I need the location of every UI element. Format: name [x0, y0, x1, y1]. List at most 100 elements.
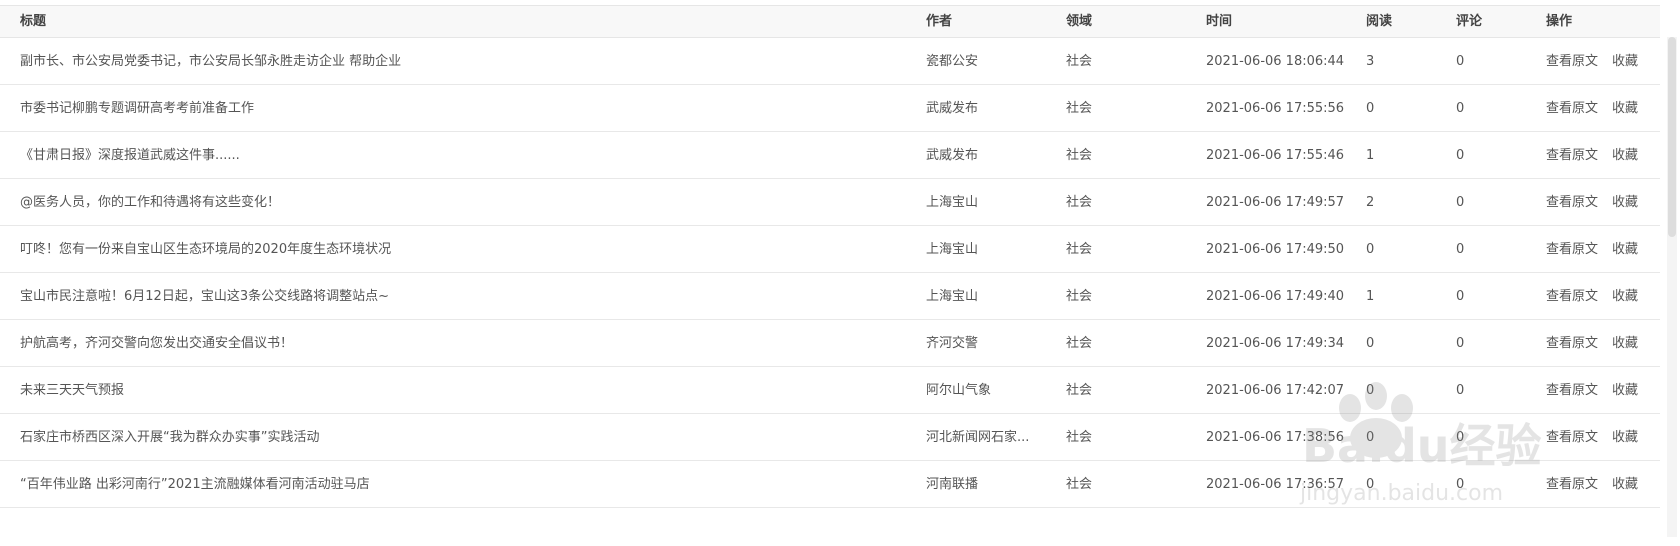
collect-link[interactable]: 收藏: [1612, 85, 1638, 132]
row-read-count: 0: [1366, 383, 1375, 398]
header-time: 时间: [1206, 14, 1233, 29]
table-row: 石家庄市桥西区深入开展“我为群众办实事”实践活动 河北新闻网石家... 社会 2021…: [0, 414, 1660, 461]
row-author: 齐河交警: [926, 336, 979, 351]
view-original-link[interactable]: 查看原文: [1546, 461, 1598, 508]
row-author: 河南联播: [926, 477, 979, 492]
row-comment-count: 0: [1456, 430, 1465, 445]
row-read-count: 2: [1366, 195, 1375, 210]
header-title: 标题: [20, 14, 47, 29]
header-action: 操作: [1546, 14, 1573, 29]
row-actions: 查看原文 收藏: [1546, 132, 1660, 179]
header-author: 作者: [926, 14, 953, 29]
row-actions: 查看原文 收藏: [1546, 320, 1660, 367]
row-author: 上海宝山: [926, 242, 979, 257]
row-title[interactable]: 叮咚！您有一份来自宝山区生态环境局的2020年度生态环境状况: [20, 226, 900, 273]
row-domain: 社会: [1066, 242, 1093, 257]
article-table: 标题 作者 领域 时间 阅读 评论 操作 副市长、市公安局党委书记，市公安局长邹…: [0, 5, 1660, 542]
row-read-count: 0: [1366, 101, 1375, 116]
row-time: 2021-06-06 17:55:56: [1206, 101, 1345, 116]
collect-link[interactable]: 收藏: [1612, 320, 1638, 367]
row-read-count: 0: [1366, 430, 1375, 445]
row-title[interactable]: 石家庄市桥西区深入开展“我为群众办实事”实践活动: [20, 414, 900, 461]
view-original-link[interactable]: 查看原文: [1546, 226, 1598, 273]
row-author: 武威发布: [926, 148, 979, 163]
table-row: 《甘肃日报》深度报道武威这件事...... 武威发布 社会 2021-06-06 17…: [0, 132, 1660, 179]
row-domain: 社会: [1066, 383, 1093, 398]
row-read-count: 0: [1366, 477, 1375, 492]
view-original-link[interactable]: 查看原文: [1546, 414, 1598, 461]
collect-link[interactable]: 收藏: [1612, 273, 1638, 320]
row-author: 武威发布: [926, 101, 979, 116]
row-domain: 社会: [1066, 430, 1093, 445]
view-original-link[interactable]: 查看原文: [1546, 132, 1598, 179]
row-author: 上海宝山: [926, 195, 979, 210]
table-row: 叮咚！您有一份来自宝山区生态环境局的2020年度生态环境状况 上海宝山 社会 2021…: [0, 226, 1660, 273]
row-title[interactable]: 宝山市民注意啦！6月12日起，宝山这3条公交线路将调整站点~: [20, 273, 900, 320]
collect-link[interactable]: 收藏: [1612, 367, 1638, 414]
row-title[interactable]: 《甘肃日报》深度报道武威这件事......: [20, 132, 900, 179]
table-row: 未来三天天气预报 阿尔山气象 社会 2021-06-06 17:42:07 0 0 查看原文…: [0, 367, 1660, 414]
view-original-link[interactable]: 查看原文: [1546, 367, 1598, 414]
row-title[interactable]: 市委书记柳鹏专题调研高考考前准备工作: [20, 85, 900, 132]
row-time: 2021-06-06 17:49:34: [1206, 336, 1345, 351]
row-comment-count: 0: [1456, 383, 1465, 398]
row-domain: 社会: [1066, 54, 1093, 69]
row-time: 2021-06-06 17:55:46: [1206, 148, 1345, 163]
row-time: 2021-06-06 17:38:56: [1206, 430, 1345, 445]
row-read-count: 0: [1366, 336, 1375, 351]
row-comment-count: 0: [1456, 195, 1465, 210]
table-header: 标题 作者 领域 时间 阅读 评论 操作: [0, 6, 1660, 38]
row-domain: 社会: [1066, 336, 1093, 351]
row-title[interactable]: @医务人员，你的工作和待遇将有这些变化！: [20, 179, 900, 226]
header-read: 阅读: [1366, 14, 1393, 29]
header-comment: 评论: [1456, 14, 1483, 29]
row-domain: 社会: [1066, 148, 1093, 163]
row-title[interactable]: “百年伟业路 出彩河南行”2021主流融媒体看河南活动驻马店: [20, 461, 900, 508]
view-original-link[interactable]: 查看原文: [1546, 38, 1598, 85]
table-row: 市委书记柳鹏专题调研高考考前准备工作 武威发布 社会 2021-06-06 17:55…: [0, 85, 1660, 132]
row-read-count: 3: [1366, 54, 1375, 69]
row-actions: 查看原文 收藏: [1546, 226, 1660, 273]
row-actions: 查看原文 收藏: [1546, 461, 1660, 508]
row-author: 瓷都公安: [926, 54, 979, 69]
row-comment-count: 0: [1456, 242, 1465, 257]
row-domain: 社会: [1066, 195, 1093, 210]
row-domain: 社会: [1066, 477, 1093, 492]
row-actions: 查看原文 收藏: [1546, 367, 1660, 414]
row-time: 2021-06-06 17:36:57: [1206, 477, 1345, 492]
collect-link[interactable]: 收藏: [1612, 414, 1638, 461]
view-original-link[interactable]: 查看原文: [1546, 179, 1598, 226]
row-time: 2021-06-06 18:06:44: [1206, 54, 1345, 69]
row-actions: 查看原文 收藏: [1546, 414, 1660, 461]
row-title[interactable]: 护航高考，齐河交警向您发出交通安全倡议书！: [20, 320, 900, 367]
row-actions: 查看原文 收藏: [1546, 85, 1660, 132]
row-author: 河北新闻网石家...: [926, 430, 1030, 445]
collect-link[interactable]: 收藏: [1612, 132, 1638, 179]
row-time: 2021-06-06 17:49:50: [1206, 242, 1345, 257]
row-actions: 查看原文 收藏: [1546, 179, 1660, 226]
collect-link[interactable]: 收藏: [1612, 461, 1638, 508]
view-original-link[interactable]: 查看原文: [1546, 273, 1598, 320]
collect-link[interactable]: 收藏: [1612, 226, 1638, 273]
row-comment-count: 0: [1456, 148, 1465, 163]
row-comment-count: 0: [1456, 101, 1465, 116]
row-author: 上海宝山: [926, 289, 979, 304]
row-title[interactable]: 未来三天天气预报: [20, 367, 900, 414]
table-row: 宝山市民注意啦！6月12日起，宝山这3条公交线路将调整站点~ 上海宝山 社会 2021…: [0, 273, 1660, 320]
table-row: 护航高考，齐河交警向您发出交通安全倡议书！ 齐河交警 社会 2021-06-06 17…: [0, 320, 1660, 367]
row-comment-count: 0: [1456, 336, 1465, 351]
row-read-count: 1: [1366, 289, 1375, 304]
row-domain: 社会: [1066, 101, 1093, 116]
table-row: @医务人员，你的工作和待遇将有这些变化！ 上海宝山 社会 2021-06-06 17:…: [0, 179, 1660, 226]
collect-link[interactable]: 收藏: [1612, 179, 1638, 226]
row-comment-count: 0: [1456, 54, 1465, 69]
scrollbar-thumb[interactable]: [1668, 37, 1676, 237]
row-title[interactable]: 副市长、市公安局党委书记，市公安局长邹永胜走访企业 帮助企业: [20, 38, 900, 85]
view-original-link[interactable]: 查看原文: [1546, 85, 1598, 132]
row-read-count: 1: [1366, 148, 1375, 163]
row-time: 2021-06-06 17:49:40: [1206, 289, 1345, 304]
row-actions: 查看原文 收藏: [1546, 273, 1660, 320]
header-domain: 领域: [1066, 14, 1093, 29]
view-original-link[interactable]: 查看原文: [1546, 320, 1598, 367]
collect-link[interactable]: 收藏: [1612, 38, 1638, 85]
